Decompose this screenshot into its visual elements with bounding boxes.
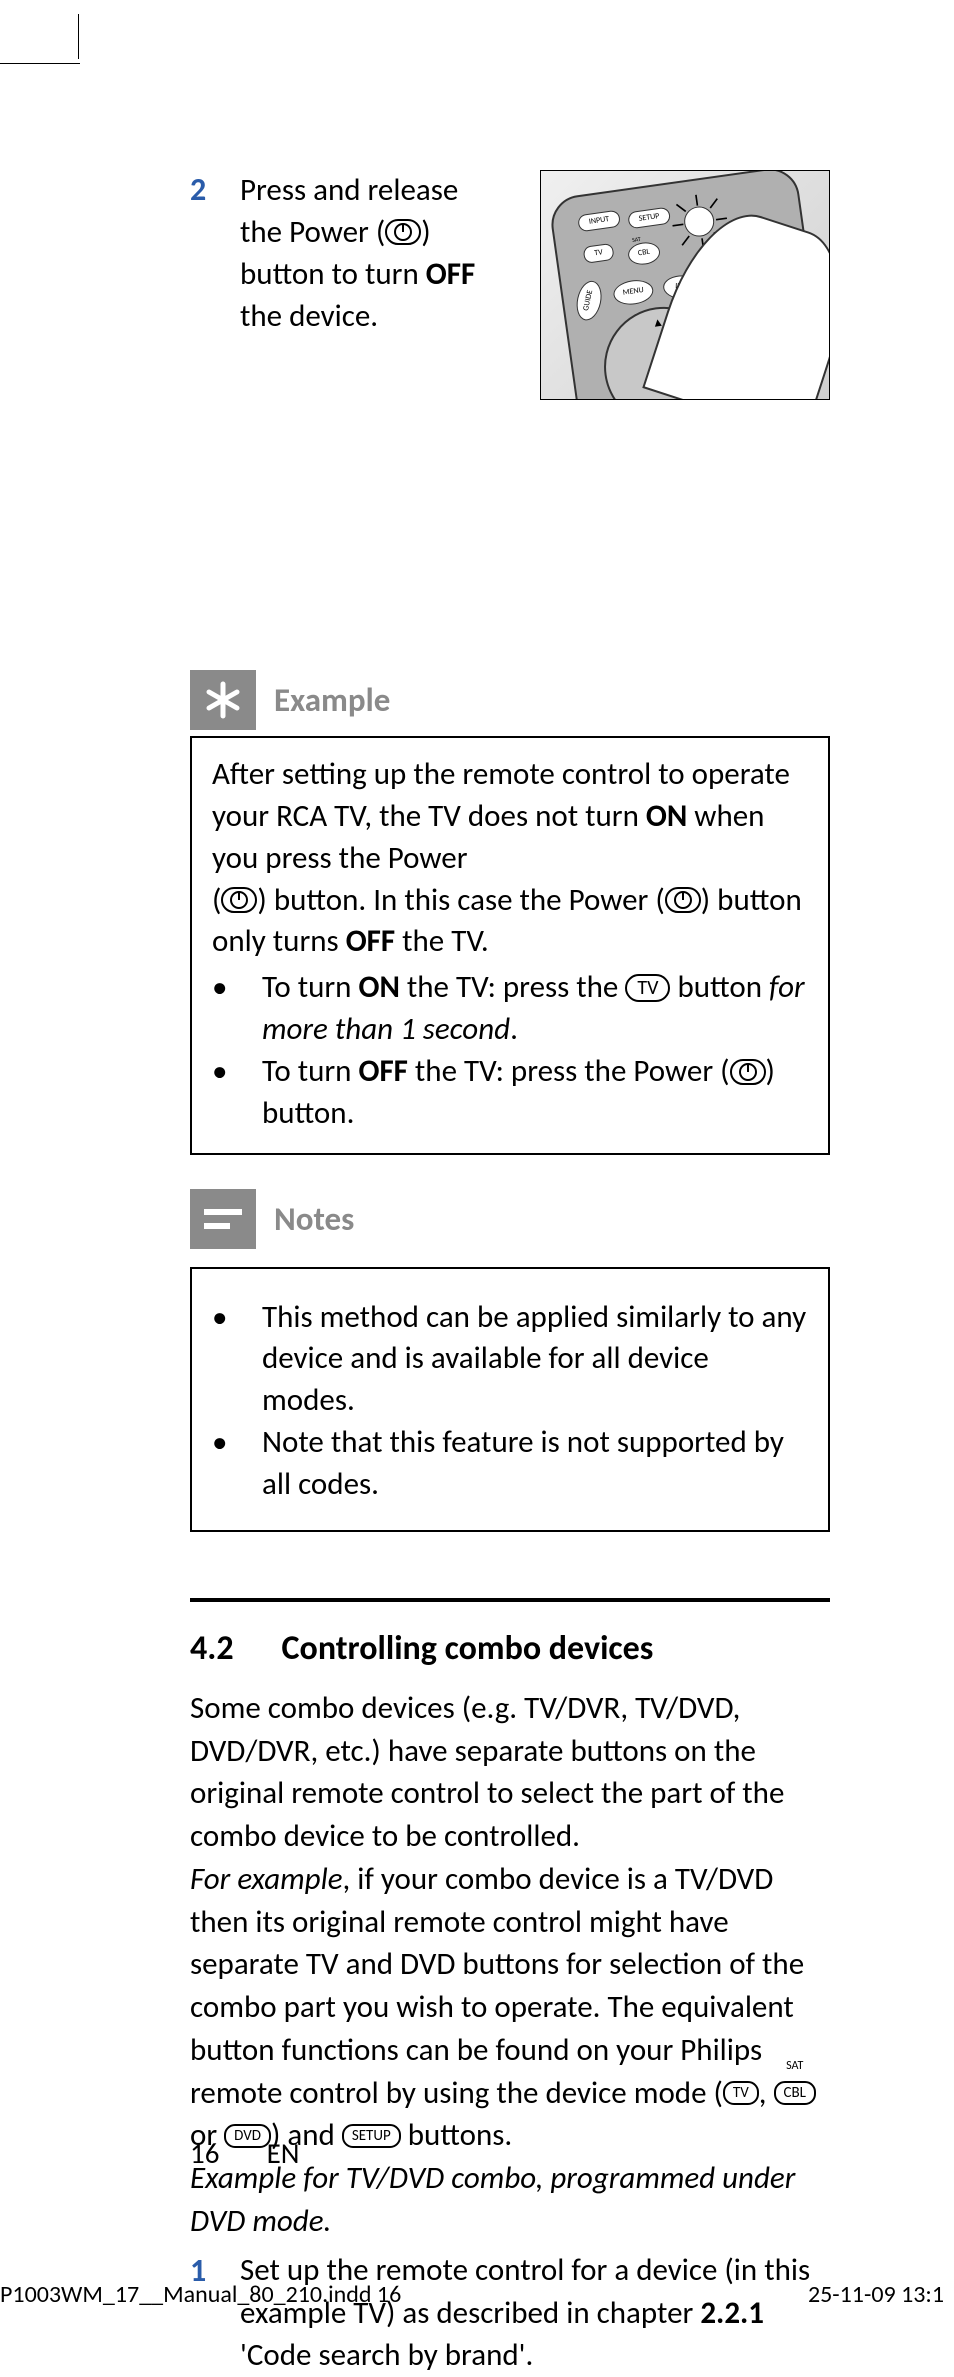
notes-title: Notes [274,1199,354,1239]
t-bold: ON [358,968,399,1006]
t-bold: OFF [346,922,395,960]
step-number: 2 [190,170,240,400]
bullet: • [212,1297,262,1423]
li-body: To turn ON the TV: press the TV button f… [262,967,808,1051]
t: To turn [262,1052,358,1090]
remote-guide-button: GUIDE [573,279,605,323]
section-number: 4.2 [190,1628,234,1669]
remote-menu-button: MENU [612,278,655,307]
t: the device. [240,297,378,335]
t: 'Code search by brand'. [240,2336,533,2374]
t: ) button. In this case the Power ( [257,881,664,919]
t: button [670,968,769,1006]
t: Note that this feature is not supported … [262,1422,808,1506]
sat-cbl-label: CBL [774,2072,816,2115]
t: This method can be applied similarly to … [262,1297,808,1423]
t: buttons. [401,2116,513,2154]
imprint-line: P1003WM_17__Manual_80_210.indd 16 25-11-… [0,2280,954,2309]
example-box: After setting up the remote control to o… [190,736,830,1155]
step-text: Press and release the Power () button to… [240,170,520,337]
power-icon [665,887,701,913]
page-lang: EN [267,2135,300,2171]
tv-button-icon: TV [723,2081,759,2105]
page-content: 2 Press and release the Power () button … [190,170,830,2377]
remote-illustration: INPUT SETUP TV SAT CBL MENU INFO GUIDE [540,170,830,400]
t-bold: OFF [426,255,475,293]
list-item: • To turn OFF the TV: press the Power ()… [212,1051,808,1135]
power-icon [221,887,257,913]
section-title: Controlling combo devices [282,1628,654,1669]
page-number: 16 [190,2135,260,2171]
t: the TV: press the Power ( [408,1052,730,1090]
section-rule [190,1598,830,1602]
asterisk-icon [190,670,256,730]
section-heading: 4.2 Controlling combo devices [190,1628,830,1669]
bullet: • [212,1051,262,1135]
remote-setup-button: SETUP [627,207,671,229]
bullet: • [212,1422,262,1506]
step-number: 1 [190,2249,240,2377]
t-italic: Example for TV/DVD combo, programmed und… [190,2159,795,2240]
t: Press and release [240,171,458,209]
t: button to turn [240,255,426,293]
power-icon [385,219,421,245]
t-bold: ON [646,797,687,835]
imprint-file: P1003WM_17__Manual_80_210.indd 16 [0,2280,401,2309]
t: ) [421,213,430,251]
section-body: Some combo devices (e.g. TV/DVR, TV/DVD,… [190,1687,830,2377]
power-icon [730,1059,766,1085]
t: ( [212,881,221,919]
t: . [510,1010,518,1048]
t: the Power ( [240,213,385,251]
crop-marks [0,63,80,93]
notes-box: • This method can be applied similarly t… [190,1267,830,1532]
t: the TV: press the [400,968,625,1006]
t-italic: For example [190,1860,343,1898]
t: To turn [262,968,358,1006]
bullet: • [212,967,262,1051]
imprint-date: 25-11-09 13:1 [808,2280,944,2309]
page-footer: 16 EN [190,2135,299,2171]
list-item: • To turn ON the TV: press the TV button… [212,967,808,1051]
remote-input-button: INPUT [577,210,621,232]
step-body: Set up the remote control for a device (… [240,2249,830,2377]
step-1: 1 Set up the remote control for a device… [190,2249,830,2377]
example-title: Example [274,680,390,720]
li-body: To turn OFF the TV: press the Power () b… [262,1051,808,1135]
notes-icon [190,1189,256,1249]
step-body: Press and release the Power () button to… [240,170,830,400]
remote-tv-button: TV [583,243,615,264]
t: , [759,2074,774,2112]
setup-button-icon: SETUP [342,2124,401,2148]
notes-header: Notes [190,1189,830,1249]
example-header: Example [190,670,830,730]
t: Some combo devices (e.g. TV/DVR, TV/DVD,… [190,1689,784,1855]
list-item: • Note that this feature is not supporte… [212,1422,808,1506]
tv-button-icon: TV [625,974,670,1002]
cbl-button-icon: CBL [774,2081,816,2105]
step-2: 2 Press and release the Power () button … [190,170,830,400]
t-bold: OFF [358,1052,407,1090]
t: the TV. [395,922,489,960]
list-item: • This method can be applied similarly t… [212,1297,808,1423]
